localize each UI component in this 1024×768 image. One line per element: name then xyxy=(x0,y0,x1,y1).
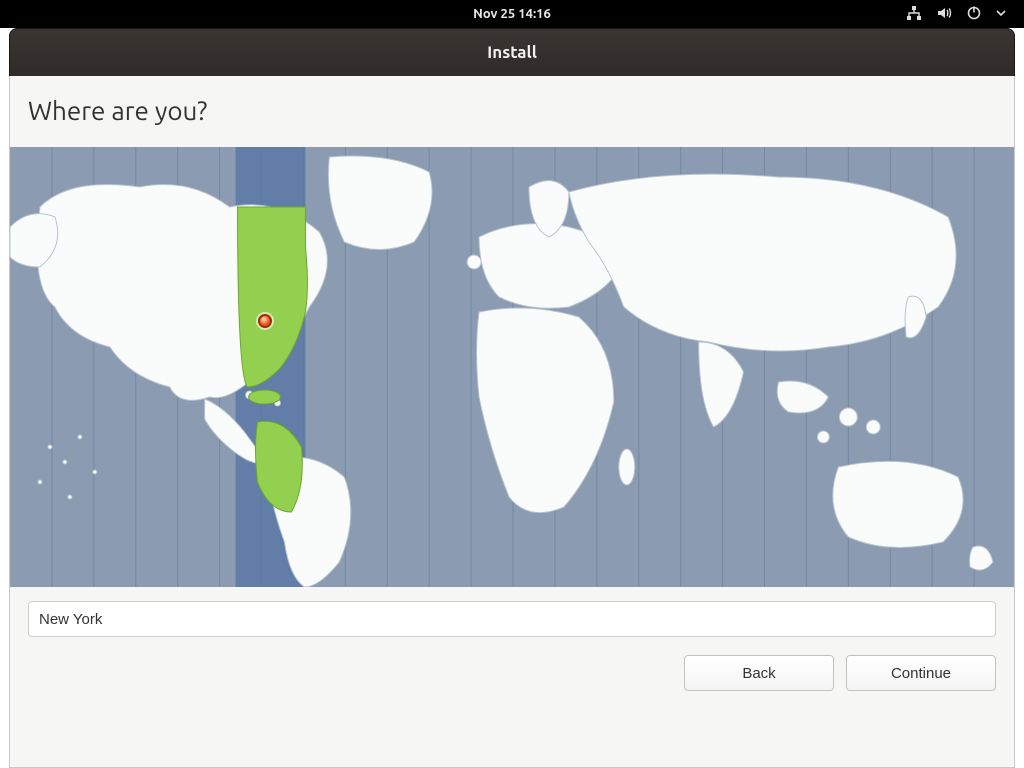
location-pin xyxy=(258,314,272,328)
continue-button[interactable]: Continue xyxy=(846,655,996,691)
timezone-map[interactable] xyxy=(10,147,1014,587)
power-icon xyxy=(966,5,982,24)
clock-label: Nov 25 14:16 xyxy=(473,7,551,21)
system-indicators[interactable] xyxy=(906,0,1006,28)
page-heading: Where are you? xyxy=(10,76,1014,147)
timezone-input-row xyxy=(10,587,1014,637)
window-titlebar: Install xyxy=(9,28,1015,76)
network-icon xyxy=(906,5,922,24)
window-title: Install xyxy=(487,43,537,62)
back-button[interactable]: Back xyxy=(684,655,834,691)
installer-window: Where are you? xyxy=(9,76,1015,768)
volume-icon xyxy=(936,5,952,24)
chevron-down-icon xyxy=(996,7,1006,21)
timezone-input[interactable] xyxy=(28,601,996,637)
nav-buttons: Back Continue xyxy=(10,637,1014,709)
gnome-top-bar: Nov 25 14:16 xyxy=(0,0,1024,28)
